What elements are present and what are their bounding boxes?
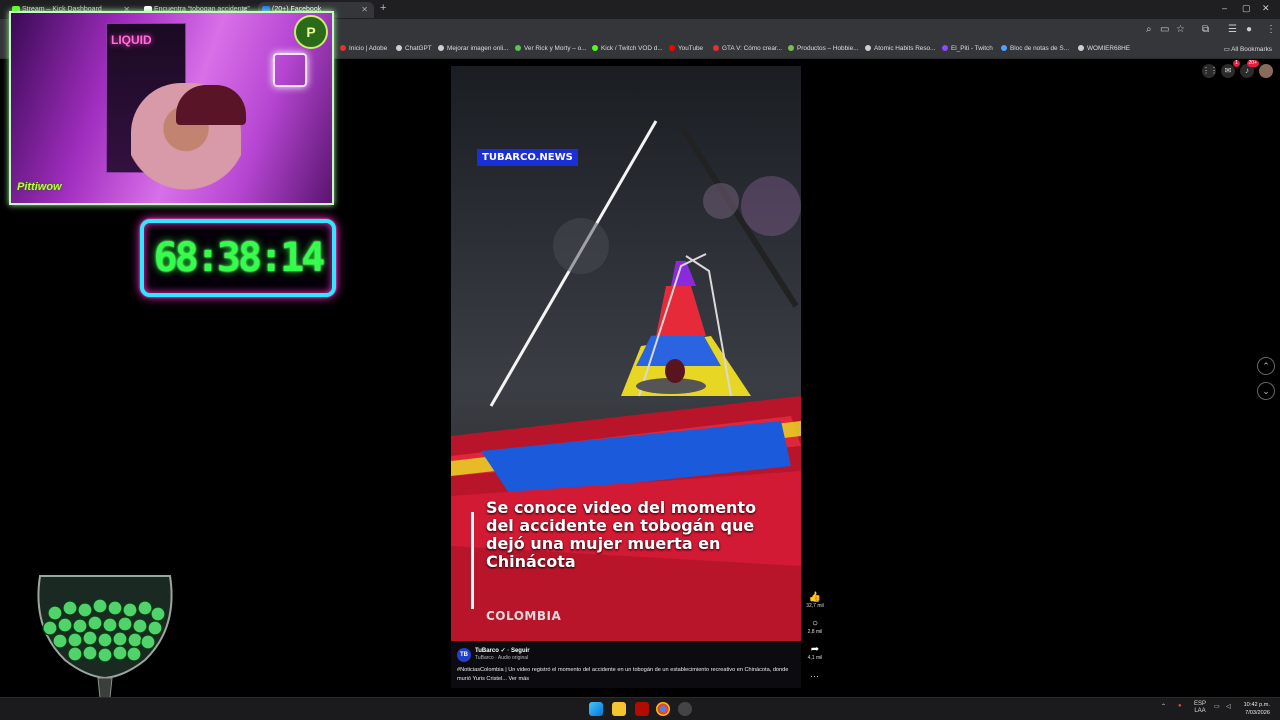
notifications-icon[interactable]: ♪ 20+	[1240, 60, 1259, 78]
maximize-button[interactable]: ▢	[1242, 3, 1251, 14]
next-reel-button[interactable]: ⌄	[1257, 382, 1275, 400]
streamer-cap	[176, 85, 246, 125]
reel-region: COLOMBIA	[486, 609, 562, 623]
bookmark-item[interactable]: Mejorar imagen onli...	[438, 45, 508, 52]
fb-menu-icon[interactable]: ⋮⋮	[1202, 64, 1218, 78]
author-name[interactable]: TuBarco	[475, 648, 499, 654]
bookmark-favicon-icon	[669, 45, 675, 51]
channel-brand: Pittiwow	[17, 181, 62, 193]
bookmark-item[interactable]: WOMIER68HE	[1078, 45, 1130, 52]
stream-timer: 68:38:14	[153, 235, 326, 281]
chevron-down-icon: ⌄	[1262, 386, 1270, 396]
bookmark-favicon-icon	[396, 45, 402, 51]
extensions-icon[interactable]: ⧉	[1202, 24, 1209, 35]
bookmark-favicon-icon	[865, 45, 871, 51]
bookmark-favicon-icon	[340, 45, 346, 51]
tray-chevron-icon[interactable]: ⌃	[1161, 703, 1166, 710]
language-indicator[interactable]: ESP LAA	[1194, 701, 1206, 715]
bookmark-item[interactable]: Atomic Habits Reso...	[865, 45, 935, 52]
channel-logo: P	[294, 15, 328, 49]
audio-label[interactable]: TuBarco · Audio original	[475, 655, 528, 661]
share-icon: ➦	[810, 644, 820, 655]
star-icon[interactable]: ☆	[1176, 24, 1185, 35]
menu-icon[interactable]: ⋮	[1266, 24, 1276, 35]
news-source-tag: TUBARCO.NEWS	[477, 149, 578, 166]
notifications-badge: 20+	[1246, 60, 1259, 67]
adobe-icon[interactable]	[635, 702, 649, 716]
author-line: TuBarco ✓ · Seguir	[475, 647, 530, 654]
app-icon[interactable]	[678, 702, 692, 716]
like-count: 32,7 mil	[806, 603, 824, 609]
comment-count: 2,8 mil	[807, 629, 823, 635]
verified-icon: ✓ ·	[500, 648, 511, 654]
volume-icon[interactable]: ◁	[1226, 703, 1231, 710]
bookmark-favicon-icon	[713, 45, 719, 51]
bookmark-favicon-icon	[942, 45, 948, 51]
bookmark-favicon-icon	[515, 45, 521, 51]
bookmark-item[interactable]: El_Piti - Twitch	[942, 45, 993, 52]
screen: Stream – Kick Dashboard ✕ Encuentra “tob…	[0, 0, 1280, 720]
profile-avatar[interactable]	[1259, 64, 1273, 78]
chevron-up-icon: ⌃	[1262, 361, 1270, 371]
new-tab-button[interactable]: +	[380, 2, 386, 14]
more-options-button[interactable]: ···	[810, 671, 819, 681]
network-icon[interactable]: ▭	[1214, 703, 1220, 710]
reel-headline: Se conoce video del momento del accident…	[486, 498, 757, 571]
cast-icon[interactable]: ▭	[1160, 24, 1169, 35]
bookmark-item[interactable]: Kick / Twitch VOD d...	[592, 45, 663, 52]
neon-sign: LIQUID	[111, 33, 152, 47]
microphone-icon[interactable]: ●	[1178, 703, 1182, 709]
reel-caption[interactable]: #NoticiasColombia | Un video registró el…	[457, 666, 797, 684]
close-icon[interactable]: ✕	[361, 2, 368, 18]
reel-player[interactable]: TUBARCO.NEWS Se conoce video del momento…	[451, 66, 801, 688]
previous-reel-button[interactable]: ⌃	[1257, 357, 1275, 375]
bookmark-favicon-icon	[438, 45, 444, 51]
bookmark-favicon-icon	[1001, 45, 1007, 51]
start-icon[interactable]	[589, 702, 603, 716]
minimize-button[interactable]: –	[1222, 3, 1227, 13]
follow-button[interactable]: Seguir	[511, 648, 530, 654]
author-avatar[interactable]: TB	[457, 648, 471, 662]
comment-button[interactable]: ○ 2,8 mil	[800, 618, 830, 635]
bookmark-item[interactable]: YouTube	[669, 45, 703, 52]
bookmark-item[interactable]: GTA V: Cómo crear...	[713, 45, 782, 52]
stream-timer-frame: 68:38:14	[140, 219, 336, 297]
windows-taskbar: ⌃ ● ESP LAA ▭ ◁ 10:42 p.m. 7/03/2026	[0, 697, 1280, 720]
webcam-overlay: LIQUID P Pittiwow	[9, 11, 334, 205]
reel-video[interactable]: TUBARCO.NEWS Se conoce video del momento…	[451, 66, 801, 641]
all-bookmarks-button[interactable]: ▭ All Bookmarks	[1224, 45, 1272, 53]
bookmark-item[interactable]: Ver Rick y Morty – o...	[515, 45, 587, 52]
headline-bar	[471, 512, 474, 609]
bookmark-item[interactable]: Productos – Hobbie...	[788, 45, 858, 52]
share-count: 4,1 mil	[807, 655, 823, 661]
messenger-icon[interactable]: ✉ 1	[1221, 60, 1240, 78]
neon-lamp	[273, 53, 307, 87]
thumbs-up-icon: 👍	[808, 592, 822, 603]
system-clock[interactable]: 10:42 p.m. 7/03/2026	[1244, 701, 1270, 717]
bookmark-favicon-icon	[592, 45, 598, 51]
sidepanel-icon[interactable]: ☰	[1228, 24, 1237, 35]
chrome-icon[interactable]	[656, 702, 670, 716]
share-button[interactable]: ➦ 4,1 mil	[800, 644, 830, 661]
zoom-icon[interactable]: ⌕	[1146, 24, 1152, 35]
bookmark-item[interactable]: Bloc de notas de S...	[1001, 45, 1069, 52]
bookmark-favicon-icon	[1078, 45, 1084, 51]
file-explorer-icon[interactable]	[612, 702, 626, 716]
like-button[interactable]: 👍 32,7 mil	[800, 592, 830, 609]
bookmark-item[interactable]: Inicio | Adobe	[340, 45, 387, 52]
comment-icon: ○	[811, 618, 819, 629]
messenger-badge: 1	[1233, 60, 1240, 67]
bookmark-item[interactable]: ChatGPT	[396, 45, 432, 52]
profile-icon[interactable]: ●	[1246, 24, 1252, 35]
goblet-decoration	[37, 575, 173, 715]
bookmark-favicon-icon	[788, 45, 794, 51]
close-window-button[interactable]: ✕	[1262, 3, 1270, 14]
